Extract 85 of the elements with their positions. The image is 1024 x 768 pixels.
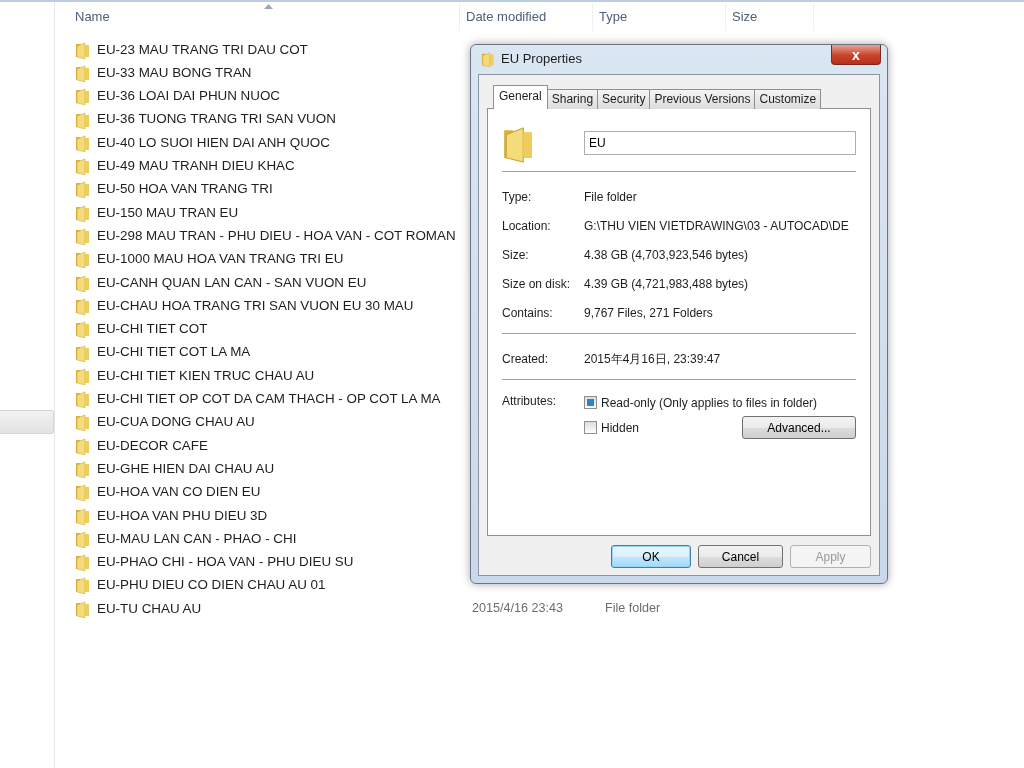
tab[interactable]: Security: [597, 89, 651, 109]
property-label: Created:: [502, 350, 550, 368]
folder-icon: [75, 296, 91, 315]
checkbox[interactable]: Hidden: [584, 418, 640, 437]
folder-icon: [75, 180, 91, 199]
folder-icon: [75, 110, 91, 129]
property-label: Size:: [502, 246, 530, 264]
property-value: G:\THU VIEN VIETDRAWING\03 - AUTOCAD\DE: [584, 217, 849, 235]
file-name[interactable]: EU-40 LO SUOI HIEN DAI ANH QUOC: [97, 132, 330, 153]
file-name[interactable]: EU-150 MAU TRAN EU: [97, 202, 239, 223]
folder-icon: [75, 506, 91, 525]
property-label: Attributes:: [502, 393, 558, 410]
folder-icon: [75, 227, 91, 245]
window-title: EU Properties: [501, 50, 582, 69]
file-name[interactable]: EU-CHI TIET COT LA MA: [97, 342, 251, 363]
property-value: File folder: [584, 188, 637, 206]
file-name[interactable]: EU-GHE HIEN DAI CHAU AU: [97, 458, 275, 480]
file-name[interactable]: EU-49 MAU TRANH DIEU KHAC: [97, 156, 295, 177]
property-value: 2015年4月16日, 23:39:47: [584, 350, 721, 368]
column-header[interactable]: Name: [75, 7, 110, 27]
file-name[interactable]: EU-36 LOAI DAI PHUN NUOC: [97, 86, 281, 107]
property-value: 4.39 GB (4,721,983,488 bytes): [584, 275, 749, 293]
file-name[interactable]: EU-50 HOA VAN TRANG TRI: [97, 179, 273, 200]
file-name[interactable]: EU-298 MAU TRAN - PHU DIEU - HOA VAN - COT ROMAN: [97, 225, 456, 247]
file-name[interactable]: EU-1000 MAU HOA VAN TRANG TRI EU: [97, 249, 344, 270]
file-name[interactable]: EU-PHAO CHI - HOA VAN - PHU DIEU SU: [97, 552, 354, 573]
column-header[interactable]: Size: [732, 7, 758, 27]
file-name[interactable]: EU-CHAU HOA TRANG TRI SAN VUON EU 30 MAU: [97, 295, 414, 316]
folder-icon: [75, 576, 91, 595]
folder-icon: [75, 343, 91, 362]
file-name[interactable]: EU-CANH QUAN LAN CAN - SAN VUON EU: [97, 272, 367, 293]
file-type: File folder: [605, 600, 661, 618]
file-name[interactable]: EU-36 TUONG TRANG TRI SAN VUON: [97, 109, 336, 130]
nav-item[interactable]: [0, 410, 54, 434]
folder-icon: [75, 320, 91, 339]
dialog-button[interactable]: OK: [611, 545, 691, 568]
file-name[interactable]: EU-CHI TIET COT: [97, 319, 208, 340]
file-name[interactable]: EU-MAU LAN CAN - PHAO - CHI: [97, 528, 297, 549]
advanced-button[interactable]: Advanced...: [742, 416, 856, 439]
file-name[interactable]: EU-CHI TIET KIEN TRUC CHAU AU: [97, 365, 315, 386]
folder-icon: [75, 390, 91, 409]
folder-icon: [75, 133, 91, 152]
tab[interactable]: General: [493, 85, 548, 109]
dialog-button[interactable]: Cancel: [698, 545, 783, 568]
folder-icon: [75, 250, 91, 269]
property-label: Size on disk:: [502, 275, 572, 293]
file-name[interactable]: EU-HOA VAN PHU DIEU 3D: [97, 505, 268, 526]
file-name[interactable]: EU-TU CHAU AU: [97, 598, 202, 619]
folder-icon: [75, 273, 91, 292]
property-value: 4.38 GB (4,703,923,546 bytes): [584, 246, 749, 264]
property-label: Type:: [502, 188, 533, 206]
file-name[interactable]: EU-CUA DONG CHAU AU: [97, 412, 255, 433]
folder-icon: [75, 203, 91, 222]
column-header[interactable]: Type: [599, 7, 628, 27]
file-name[interactable]: EU-23 MAU TRANG TRI DAU COT: [97, 39, 308, 60]
folder-icon: [75, 366, 91, 385]
column-header[interactable]: Date modified: [466, 7, 547, 27]
folder-icon: [75, 413, 91, 432]
property-value: 9,767 Files, 271 Folders: [584, 304, 713, 322]
folder-icon: [75, 157, 91, 176]
file-name[interactable]: EU-CHI TIET OP COT DA CAM THACH - OP COT LA MA: [97, 389, 441, 410]
tab[interactable]: Customize: [754, 89, 822, 109]
file-name[interactable]: EU-33 MAU BONG TRAN: [97, 62, 252, 83]
folder-icon: [75, 436, 91, 455]
folder-icon: [481, 51, 495, 67]
name-field[interactable]: EU: [584, 131, 856, 155]
folder-icon: [75, 40, 91, 59]
folder-icon: [75, 529, 91, 548]
folder-icon: [75, 87, 91, 106]
file-name[interactable]: EU-PHU DIEU CO DIEN CHAU AU 01: [97, 575, 326, 596]
date-modified: 2015/4/16 23:43: [472, 601, 564, 616]
folder-icon: [75, 553, 91, 572]
file-name[interactable]: EU-DECOR CAFE: [97, 435, 208, 456]
sort-arrow-icon: [264, 4, 273, 9]
checkbox[interactable]: Read-only (Only applies to files in folder): [584, 393, 818, 412]
property-label: Contains:: [502, 304, 554, 322]
tab[interactable]: Previous Versions: [649, 89, 756, 109]
tab[interactable]: Sharing: [546, 89, 599, 109]
folder-icon: [75, 483, 91, 502]
folder-icon: [75, 63, 91, 82]
folder-icon: [75, 460, 91, 478]
folder-icon: [75, 599, 91, 618]
close-button[interactable]: x: [831, 45, 881, 65]
file-name[interactable]: EU-HOA VAN CO DIEN EU: [97, 482, 261, 503]
property-label: Location:: [502, 217, 552, 235]
